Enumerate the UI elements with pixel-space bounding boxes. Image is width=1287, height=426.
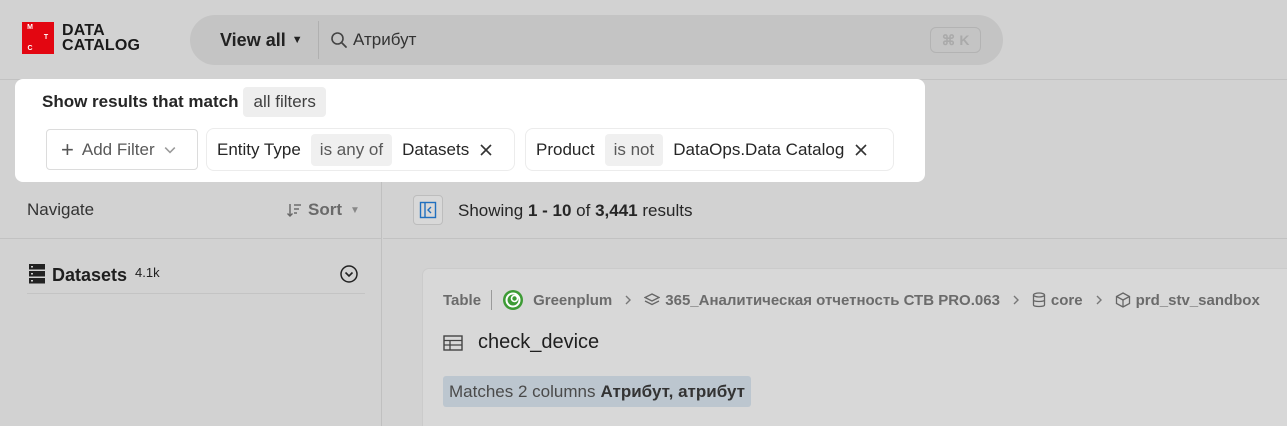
database-icon [1032,292,1046,308]
platform-link[interactable]: Greenplum [533,292,612,309]
results-count: Showing 1 - 10 of 3,441 results [458,201,692,221]
sort-icon [287,204,301,217]
results-total: 3,441 [595,201,638,220]
filter-field: Product [536,139,595,159]
filter-value[interactable]: DataOps.Data Catalog [673,140,844,160]
sort-button[interactable]: Sort ▼ [286,200,360,220]
caret-down-icon: ▼ [291,34,303,46]
column-match-badge: Matches 2 columns Атрибут, атрибут [443,376,751,407]
top-header: М Т С DATA CATALOG View all ▼ Атрибут ⌘ … [0,0,1287,80]
add-filter-label: Add Filter [81,139,155,159]
match-mode-select[interactable]: all filters [243,87,326,117]
showing-of: of [576,201,591,220]
sidebar-item-datasets[interactable]: Datasets 4.1k [27,262,365,294]
sidebar-item-label: Datasets [52,265,128,285]
database-icon [29,264,45,284]
results-header: Showing 1 - 10 of 3,441 results [383,182,1287,239]
filter-value[interactable]: Datasets [402,140,469,160]
filter-chip-entity-type[interactable]: Entity Type is any of Datasets [206,128,515,171]
breadcrumb-item[interactable]: 365_Аналитическая отчетность СТВ PRO.063 [665,292,1000,309]
entity-type-label: Table [443,291,482,309]
breadcrumb-item[interactable]: core [1051,292,1083,309]
keyboard-shortcut-hint: ⌘ K [930,27,981,53]
navigate-sidebar: Navigate Sort ▼ Datasets 4.1k [0,182,382,426]
chevron-down-icon [164,146,175,154]
greenplum-icon [503,290,524,310]
showing-suffix: results [642,201,693,220]
view-all-dropdown[interactable]: View all ▼ [220,15,303,65]
navigate-header: Navigate Sort ▼ [0,182,381,239]
add-filter-button[interactable]: + Add Filter [46,129,198,170]
match-mode-row: Show results that match all filters [42,87,326,117]
logo-text-line2: CATALOG [62,37,141,54]
match-terms: Атрибут, атрибут [600,381,745,401]
close-icon[interactable] [854,143,868,157]
chevron-right-icon [625,295,632,305]
logo-letter: М [27,23,33,31]
divider [491,290,493,310]
showing-prefix: Showing [458,201,524,220]
entity-title[interactable]: check_device [443,331,599,354]
result-card[interactable]: Table Greenplum 365_Аналитическая отчетн… [423,269,1287,426]
filter-chip-product[interactable]: Product is not DataOps.Data Catalog [525,128,894,171]
collapse-sidebar-button[interactable] [413,195,443,225]
view-all-label: View all [220,29,286,50]
filter-panel: Show results that match all filters + Ad… [15,79,925,182]
chevron-right-icon [1096,295,1102,305]
cube-icon [1115,292,1130,308]
expand-circle-icon[interactable] [339,264,359,284]
breadcrumb-item[interactable]: prd_stv_sandbox [1136,292,1260,309]
logo[interactable]: М Т С DATA CATALOG [22,22,140,54]
logo-mark: М Т С [22,22,54,54]
filter-field: Entity Type [217,139,301,159]
search-input[interactable]: Атрибут [353,15,416,65]
results-range: 1 - 10 [527,201,572,220]
logo-text-line1: DATA [62,22,105,39]
match-mode-label: Show results that match [42,92,239,111]
sidebar-item-count: 4.1k [135,265,160,280]
chevron-right-icon [1013,295,1019,305]
layers-icon [644,293,661,306]
logo-letter: С [27,45,33,53]
table-icon [443,334,463,351]
close-icon[interactable] [479,143,493,157]
logo-text: DATA CATALOG [62,22,141,54]
caret-down-icon: ▼ [350,204,360,216]
filter-operator[interactable]: is any of [310,133,393,166]
sidebar-collapse-icon [419,201,437,219]
filter-operator[interactable]: is not [604,133,664,166]
divider [318,21,319,59]
navigate-title: Navigate [27,200,95,219]
entity-name[interactable]: check_device [478,331,599,354]
sort-label: Sort [308,200,342,219]
breadcrumb: Table Greenplum 365_Аналитическая отчетн… [443,289,1260,311]
match-text: Matches 2 columns [449,381,596,401]
logo-letter: Т [43,34,49,42]
search-bar: View all ▼ Атрибут ⌘ K [190,15,1003,65]
search-icon [331,32,347,48]
plus-icon: + [61,136,74,162]
